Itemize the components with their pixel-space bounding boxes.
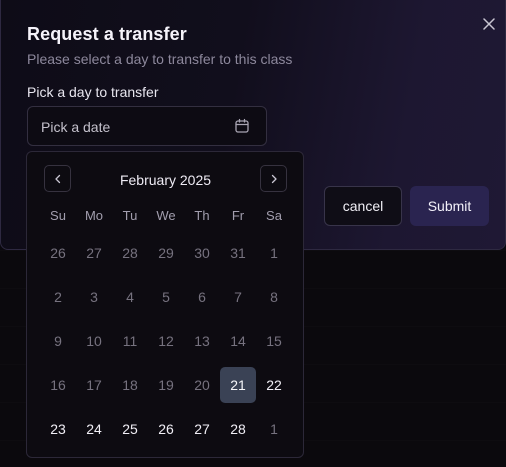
calendar-day[interactable]: 26	[40, 235, 76, 271]
calendar-day[interactable]: 28	[112, 235, 148, 271]
calendar-day[interactable]: 14	[220, 323, 256, 359]
calendar-day[interactable]: 12	[148, 323, 184, 359]
calendar-day[interactable]: 8	[256, 279, 292, 315]
calendar-icon	[235, 118, 249, 133]
submit-button[interactable]: Submit	[410, 186, 489, 226]
calendar-day[interactable]: 24	[76, 411, 112, 447]
date-placeholder: Pick a date	[41, 119, 111, 135]
calendar-day[interactable]: 30	[184, 235, 220, 271]
calendar-day[interactable]: 26	[148, 411, 184, 447]
calendar-day[interactable]: 1	[256, 235, 292, 271]
calendar-day[interactable]: 25	[112, 411, 148, 447]
calendar-day[interactable]: 31	[220, 235, 256, 271]
calendar-week-row: 2345678	[40, 279, 292, 315]
calendar-day[interactable]: 29	[148, 235, 184, 271]
close-button[interactable]	[480, 15, 498, 33]
calendar-day[interactable]: 1	[256, 411, 292, 447]
date-picker-trigger[interactable]: Pick a date	[27, 106, 267, 146]
calendar-day[interactable]: 27	[76, 235, 112, 271]
weekday-label: Fr	[231, 208, 245, 223]
chevron-right-icon	[271, 174, 277, 183]
cancel-button[interactable]: cancel	[324, 186, 402, 226]
weekday-label: Sa	[266, 208, 282, 223]
calendar-month-label: February 2025	[119, 172, 212, 188]
calendar-day[interactable]: 2	[40, 279, 76, 315]
calendar-day[interactable]: 6	[184, 279, 220, 315]
chevron-left-icon	[54, 174, 60, 183]
weekday-label: Su	[50, 208, 66, 223]
calendar-day[interactable]: 10	[76, 323, 112, 359]
calendar-day[interactable]: 27	[184, 411, 220, 447]
calendar-day[interactable]: 17	[76, 367, 112, 403]
dialog-title: Request a transfer	[27, 24, 187, 44]
calendar-day[interactable]: 20	[184, 367, 220, 403]
calendar-week-row: 23 24 25 26 27 28 1	[40, 411, 292, 447]
weekday-header-row: Su Mo Tu We Th Fr Sa	[40, 208, 292, 223]
calendar-day[interactable]: 28	[220, 411, 256, 447]
calendar-day[interactable]: 15	[256, 323, 292, 359]
calendar-day[interactable]: 19	[148, 367, 184, 403]
calendar-day[interactable]: 22	[256, 367, 292, 403]
calendar-day[interactable]: 16	[40, 367, 76, 403]
calendar-day[interactable]: 13	[184, 323, 220, 359]
weekday-label: Mo	[84, 208, 104, 223]
calendar-week-row: 26 27 28 29 30 31 1	[40, 235, 292, 271]
next-month-button[interactable]	[260, 165, 287, 192]
calendar-week-row: 9 10 11 12 13 14 15	[40, 323, 292, 359]
x-icon	[483, 18, 495, 30]
dialog-subtitle: Please select a day to transfer to this …	[27, 51, 293, 67]
calendar-week-row: 16 17 18 19 20 21 22	[40, 367, 292, 403]
calendar-day[interactable]: 9	[40, 323, 76, 359]
calendar-day[interactable]: 4	[112, 279, 148, 315]
calendar-day[interactable]: 11	[112, 323, 148, 359]
calendar-day[interactable]: 3	[76, 279, 112, 315]
weekday-label: Tu	[122, 208, 138, 223]
weekday-label: Th	[194, 208, 210, 223]
calendar-day[interactable]: 18	[112, 367, 148, 403]
calendar-day[interactable]: 5	[148, 279, 184, 315]
weekday-label: We	[156, 208, 176, 223]
previous-month-button[interactable]	[44, 165, 71, 192]
date-field-label: Pick a day to transfer	[27, 84, 159, 100]
calendar-popover: February 2025 Su Mo Tu We Th Fr Sa 26 27 2…	[26, 151, 304, 458]
calendar-day-selected[interactable]: 21	[220, 367, 256, 403]
calendar-day[interactable]: 7	[220, 279, 256, 315]
calendar-day[interactable]: 23	[40, 411, 76, 447]
